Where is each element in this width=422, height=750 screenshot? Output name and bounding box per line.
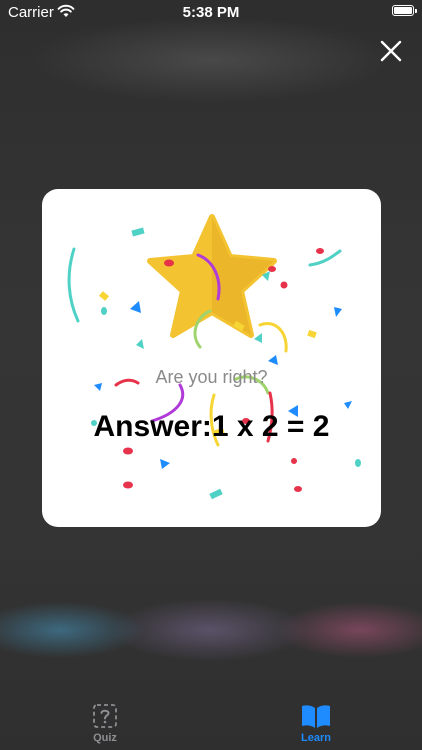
- question-prompt: Are you right?: [155, 367, 268, 387]
- tab-learn-label: Learn: [301, 732, 331, 744]
- open-book-icon: [302, 705, 330, 728]
- tab-quiz[interactable]: Quiz: [55, 695, 155, 750]
- close-icon: [380, 40, 402, 62]
- tab-learn[interactable]: Learn: [266, 695, 366, 750]
- clock: 5:38 PM: [182, 4, 240, 21]
- answer-label: Answer:: [93, 410, 212, 443]
- battery-icon: [392, 5, 417, 16]
- confetti-overlay: [67, 227, 361, 500]
- tab-quiz-label: Quiz: [93, 732, 117, 744]
- answer-value: 1 x 2 = 2: [211, 410, 330, 443]
- status-bar: Carrier 5:38 PM: [0, 0, 422, 26]
- result-dialog: Are you right? Answer:1 x 2 = 2: [42, 189, 381, 527]
- question-mark-box-icon: [93, 704, 117, 728]
- answer-text: Answer:1 x 2 = 2: [42, 410, 381, 444]
- close-button[interactable]: [380, 40, 402, 62]
- tab-bar: Quiz Learn: [0, 695, 422, 750]
